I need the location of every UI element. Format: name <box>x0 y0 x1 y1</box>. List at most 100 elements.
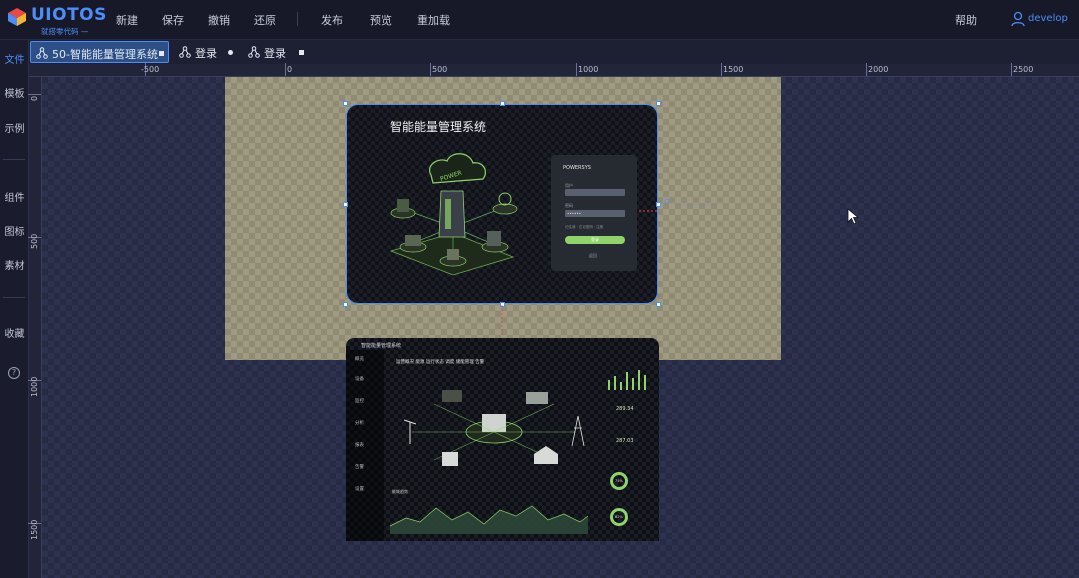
brand-label: POWERSYS <box>563 165 591 171</box>
dash-side-item: 分析 <box>355 421 364 426</box>
ruler-tick <box>285 63 286 76</box>
tab-label: 50-智能能量管理系统 <box>52 48 158 61</box>
unsaved-dot <box>299 50 304 55</box>
connector-line-icon <box>639 198 715 212</box>
login-form-preview: POWERSYS 用户 密码 •••••• 记住我 · 忘记密码 · 注册 登录… <box>551 155 637 271</box>
resize-handle-tr[interactable] <box>656 101 661 106</box>
unsaved-dot <box>228 50 233 55</box>
dashboard-sidebar: 概览 设备 监控 分析 报表 告警 设置 <box>346 350 384 541</box>
ruler-label: 1000 <box>30 376 39 397</box>
ruler-tick <box>721 63 722 76</box>
dashboard-tabs: 运营概况 能源 运行状态 调度 储能管理 告警 <box>396 360 485 365</box>
vertical-ruler[interactable]: 0 500 1000 1500 <box>28 77 42 578</box>
resize-handle-top[interactable] <box>500 101 505 106</box>
menu-publish[interactable]: 发布 <box>321 12 343 28</box>
username-field <box>565 189 625 196</box>
dashboard-title: 智能能量管理系统 <box>361 343 402 349</box>
password-label: 密码 <box>565 203 573 208</box>
ruler-label: 1000 <box>578 65 599 74</box>
dash-side-item: 告警 <box>355 465 364 470</box>
tab-energy-system[interactable]: 50-智能能量管理系统 <box>30 41 169 63</box>
node-graph-icon <box>179 46 191 58</box>
document-tabs: 50-智能能量管理系统 登录 登录 <box>29 40 1079 64</box>
sidebar-item-components[interactable]: 组件 <box>0 189 29 204</box>
menu-help[interactable]: 帮助 <box>955 12 977 28</box>
resize-handle-bl[interactable] <box>343 302 348 307</box>
node-graph-icon <box>36 47 48 59</box>
energy-network-diagram <box>403 390 585 466</box>
preview-title: 智能能量管理系统 <box>390 120 487 134</box>
dash-side-item: 报表 <box>355 443 364 448</box>
menu-undo[interactable]: 撤销 <box>208 12 230 28</box>
ruler-label: -500 <box>141 65 160 74</box>
resize-handle-tl[interactable] <box>343 101 348 106</box>
ruler-label: 500 <box>30 233 39 249</box>
ruler-label: 2000 <box>868 65 889 74</box>
sidebar-item-icons[interactable]: 图标 <box>0 223 29 238</box>
design-canvas[interactable]: 智能能量管理系统 POWER POWERSYS 用户 密码 •••••• 记住我… <box>42 77 1079 578</box>
ruler-tick <box>576 63 577 76</box>
sidebar-item-templates[interactable]: 模板 <box>0 85 29 100</box>
sidebar-item-files[interactable]: 文件 <box>0 51 29 66</box>
ruler-tick <box>1011 63 1012 76</box>
tab-label: 登录 <box>195 47 217 60</box>
ruler-label: 0 <box>30 95 39 101</box>
menu-divider <box>297 12 298 26</box>
logo-cube-icon <box>8 8 26 26</box>
sidebar-item-assets[interactable]: 素材 <box>0 257 29 272</box>
tab-login-2[interactable]: 登录 <box>243 41 307 63</box>
gauge-value: 82% <box>615 515 623 519</box>
stat-value: 287.03 <box>616 438 634 444</box>
resize-handle-left[interactable] <box>343 202 348 207</box>
logo-text: UIOTOS <box>31 5 107 25</box>
mini-bar-chart-icon <box>608 370 646 390</box>
dash-side-item: 设置 <box>355 487 364 492</box>
tab-login-1[interactable]: 登录 <box>174 41 238 63</box>
ruler-tick <box>28 94 41 95</box>
menu-save[interactable]: 保存 <box>162 12 184 28</box>
ruler-tick <box>866 63 867 76</box>
dashboard-stats-panel: 289.34 287.03 75% 82% <box>596 350 659 541</box>
left-sidebar: 文件 模板 示例 组件 图标 素材 收藏 ? <box>0 40 29 578</box>
resize-handle-br[interactable] <box>656 302 661 307</box>
tab-label: 登录 <box>264 47 286 60</box>
login-hint: 记住我 · 忘记密码 · 注册 <box>565 225 604 229</box>
login-button: 登录 <box>565 236 625 244</box>
vertical-link-icon <box>501 305 503 335</box>
sidebar-divider <box>3 297 25 298</box>
dash-side-item: 监控 <box>355 399 364 404</box>
stat-value: 289.34 <box>616 406 634 412</box>
menu-redo[interactable]: 还原 <box>254 12 276 28</box>
menu-reload[interactable]: 重加载 <box>417 12 450 28</box>
node-graph-icon <box>248 46 260 58</box>
back-link: 返回 <box>589 253 597 258</box>
gauge-value: 75% <box>615 479 623 483</box>
dash-side-item: 概览 <box>355 357 364 362</box>
ruler-label: 2500 <box>1013 65 1034 74</box>
user-name: develop <box>1028 13 1068 24</box>
isometric-energy-illustration: POWER <box>389 153 518 276</box>
ruler-tick <box>430 63 431 76</box>
menu-new[interactable]: 新建 <box>116 12 138 28</box>
sidebar-item-favorites[interactable]: 收藏 <box>0 325 29 340</box>
dash-side-item: 设备 <box>355 377 364 382</box>
help-icon[interactable]: ? <box>8 367 20 379</box>
ruler-label: 1500 <box>723 65 744 74</box>
menu-preview[interactable]: 预览 <box>370 12 392 28</box>
sidebar-divider <box>3 159 25 160</box>
app-logo[interactable]: UIOTOS 就搭零代码 — <box>7 5 106 36</box>
mouse-cursor-icon <box>847 208 859 225</box>
user-icon <box>1011 11 1025 27</box>
login-page-preview[interactable]: 智能能量管理系统 POWER POWERSYS 用户 密码 •••••• 记住我… <box>346 104 658 304</box>
sidebar-item-examples[interactable]: 示例 <box>0 120 29 135</box>
ruler-label: 1500 <box>30 519 39 540</box>
horizontal-ruler[interactable]: -500 0 500 1000 1500 2000 2500 <box>29 63 1079 77</box>
top-toolbar: UIOTOS 就搭零代码 — 新建 保存 撤销 还原 发布 预览 重加载 帮助 … <box>0 0 1079 40</box>
password-field: •••••• <box>565 210 625 217</box>
logo-subtitle: 就搭零代码 — <box>41 27 89 36</box>
unsaved-dot <box>159 51 164 56</box>
dashboard-page-preview[interactable]: 智能能量管理系统 概览 设备 监控 分析 报表 告警 设置 运营概况 能源 运行… <box>346 338 659 541</box>
ruler-label: 0 <box>287 65 293 74</box>
ruler-label: 500 <box>432 65 448 74</box>
trend-area-chart <box>389 505 589 534</box>
